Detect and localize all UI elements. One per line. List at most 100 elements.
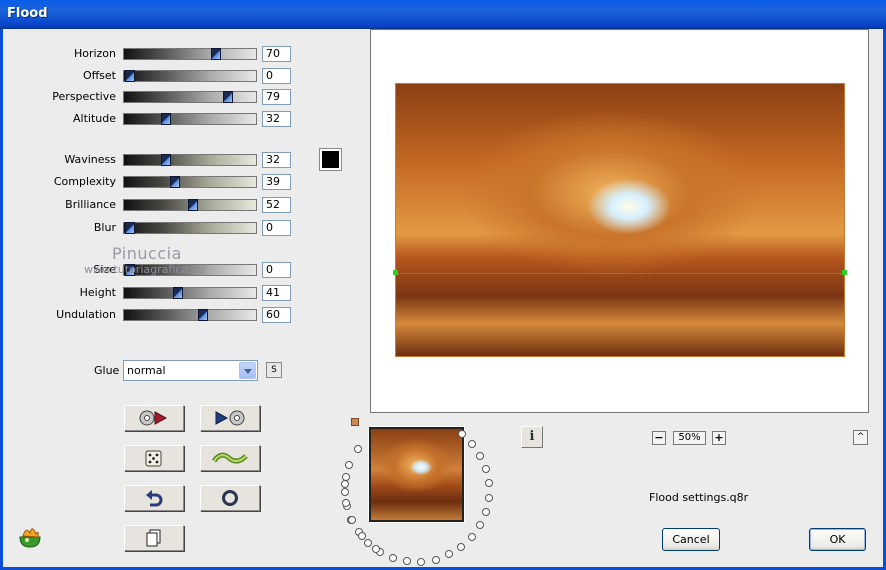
random-button[interactable]: [124, 445, 184, 471]
navigator-ring-dot: [481, 465, 490, 474]
slider-row-complexity: Complexity 39: [0, 174, 300, 190]
glue-select[interactable]: normal: [123, 360, 258, 381]
play-record-icon: [215, 410, 245, 426]
cancel-button[interactable]: Cancel: [662, 528, 720, 551]
play-record-button[interactable]: [200, 405, 260, 431]
size-value-field[interactable]: 0: [262, 262, 291, 278]
color-swatch[interactable]: [319, 148, 342, 171]
waviness-slider-thumb[interactable]: [161, 154, 172, 166]
horizon-guide-line: [395, 273, 845, 274]
waviness-label: Waviness: [64, 153, 116, 166]
height-slider-thumb[interactable]: [173, 287, 184, 299]
brilliance-slider-thumb[interactable]: [187, 199, 198, 211]
undulation-value-field[interactable]: 60: [262, 307, 291, 323]
offset-label: Offset: [82, 69, 116, 82]
navigator-thumbnail[interactable]: [368, 426, 465, 523]
navigator-ring-dot: [354, 444, 363, 453]
undulation-slider-thumb[interactable]: [198, 309, 209, 321]
navigator-ring-dot: [481, 507, 490, 516]
horizon-handle-right[interactable]: [842, 270, 847, 275]
horizon-label: Horizon: [73, 47, 116, 60]
window-title: Flood: [7, 6, 48, 21]
collapse-button[interactable]: ^: [853, 430, 868, 445]
reset-circle-icon: [222, 490, 238, 506]
perspective-slider[interactable]: [123, 91, 257, 103]
undulation-slider[interactable]: [123, 309, 257, 321]
navigator-ring-dot: [457, 542, 466, 551]
slider-row-blur: Blur 0: [0, 220, 300, 236]
preview-canvas[interactable]: [370, 29, 869, 413]
complexity-label: Complexity: [53, 175, 116, 188]
horizon-value-field[interactable]: 70: [262, 46, 291, 62]
navigator-anchor[interactable]: [351, 418, 359, 426]
reset-button[interactable]: [200, 485, 260, 511]
blur-label: Blur: [93, 221, 116, 234]
waviness-value-field[interactable]: 32: [262, 152, 291, 168]
ok-button[interactable]: OK: [809, 528, 866, 551]
slider-row-offset: Offset 0: [0, 68, 300, 84]
altitude-label: Altitude: [73, 112, 116, 125]
copy-button[interactable]: [124, 525, 184, 551]
perspective-value-field[interactable]: 79: [262, 89, 291, 105]
complexity-slider[interactable]: [123, 176, 257, 188]
offset-slider[interactable]: [123, 70, 257, 82]
blur-slider-thumb[interactable]: [125, 222, 135, 234]
slider-row-perspective: Perspective 79: [0, 89, 300, 105]
preview-image: [395, 83, 845, 357]
slider-row-brilliance: Brilliance 52: [0, 197, 300, 213]
navigator-ring-dot: [467, 532, 476, 541]
navigator-ring-dot: [431, 555, 440, 564]
navigator-ring-dot: [341, 479, 350, 488]
complexity-slider-thumb[interactable]: [170, 176, 181, 188]
chevron-up-icon: ^: [856, 432, 865, 442]
info-button[interactable]: i: [521, 426, 543, 448]
horizon-handle-left[interactable]: [393, 270, 398, 275]
altitude-value-field[interactable]: 32: [262, 111, 291, 127]
perspective-label: Perspective: [52, 90, 116, 103]
brilliance-value-field[interactable]: 52: [262, 197, 291, 213]
wave-button[interactable]: [200, 445, 260, 471]
zoom-out-button[interactable]: −: [652, 431, 666, 445]
chevron-down-icon[interactable]: [239, 362, 256, 379]
glue-s-button[interactable]: S: [266, 362, 282, 378]
navigator-ring-dot: [388, 553, 397, 562]
offset-slider-thumb[interactable]: [125, 70, 135, 82]
perspective-slider-thumb[interactable]: [223, 91, 234, 103]
record-forward-button[interactable]: [124, 405, 184, 431]
altitude-slider[interactable]: [123, 113, 257, 125]
info-icon: i: [529, 429, 535, 444]
horizon-slider[interactable]: [123, 48, 257, 60]
slider-row-undulation: Undulation 60: [0, 307, 300, 323]
zoom-level: 50%: [673, 431, 706, 445]
blur-slider[interactable]: [123, 222, 257, 234]
settings-filename: Flood settings.q8r: [649, 491, 749, 504]
record-forward-icon: [139, 410, 168, 426]
navigator-ring-dot: [342, 498, 351, 507]
navigator-ring-dot: [468, 439, 477, 448]
height-slider[interactable]: [123, 287, 257, 299]
slider-row-horizon: Horizon 70: [0, 46, 300, 62]
undo-icon: [146, 490, 163, 507]
waviness-slider[interactable]: [123, 154, 257, 166]
height-value-field[interactable]: 41: [262, 285, 291, 301]
watermark-name: Pinuccia: [112, 244, 182, 263]
horizon-slider-thumb[interactable]: [211, 48, 222, 60]
undulation-label: Undulation: [56, 308, 116, 321]
slider-row-altitude: Altitude 32: [0, 111, 300, 127]
glue-select-value: normal: [127, 364, 166, 377]
undo-button[interactable]: [124, 485, 184, 511]
height-label: Height: [79, 286, 116, 299]
zoom-in-button[interactable]: +: [712, 431, 726, 445]
complexity-value-field[interactable]: 39: [262, 174, 291, 190]
brilliance-slider[interactable]: [123, 199, 257, 211]
navigator-ring-dot: [484, 479, 493, 488]
navigator-ring-dot: [371, 544, 380, 553]
offset-value-field[interactable]: 0: [262, 68, 291, 84]
app-logo-icon: [19, 528, 41, 548]
slider-row-height: Height 41: [0, 285, 300, 301]
blur-value-field[interactable]: 0: [262, 220, 291, 236]
navigator-ring-dot: [475, 521, 484, 530]
navigator-ring-dot: [457, 429, 466, 438]
altitude-slider-thumb[interactable]: [161, 113, 172, 125]
copy-page-icon: [146, 529, 161, 547]
